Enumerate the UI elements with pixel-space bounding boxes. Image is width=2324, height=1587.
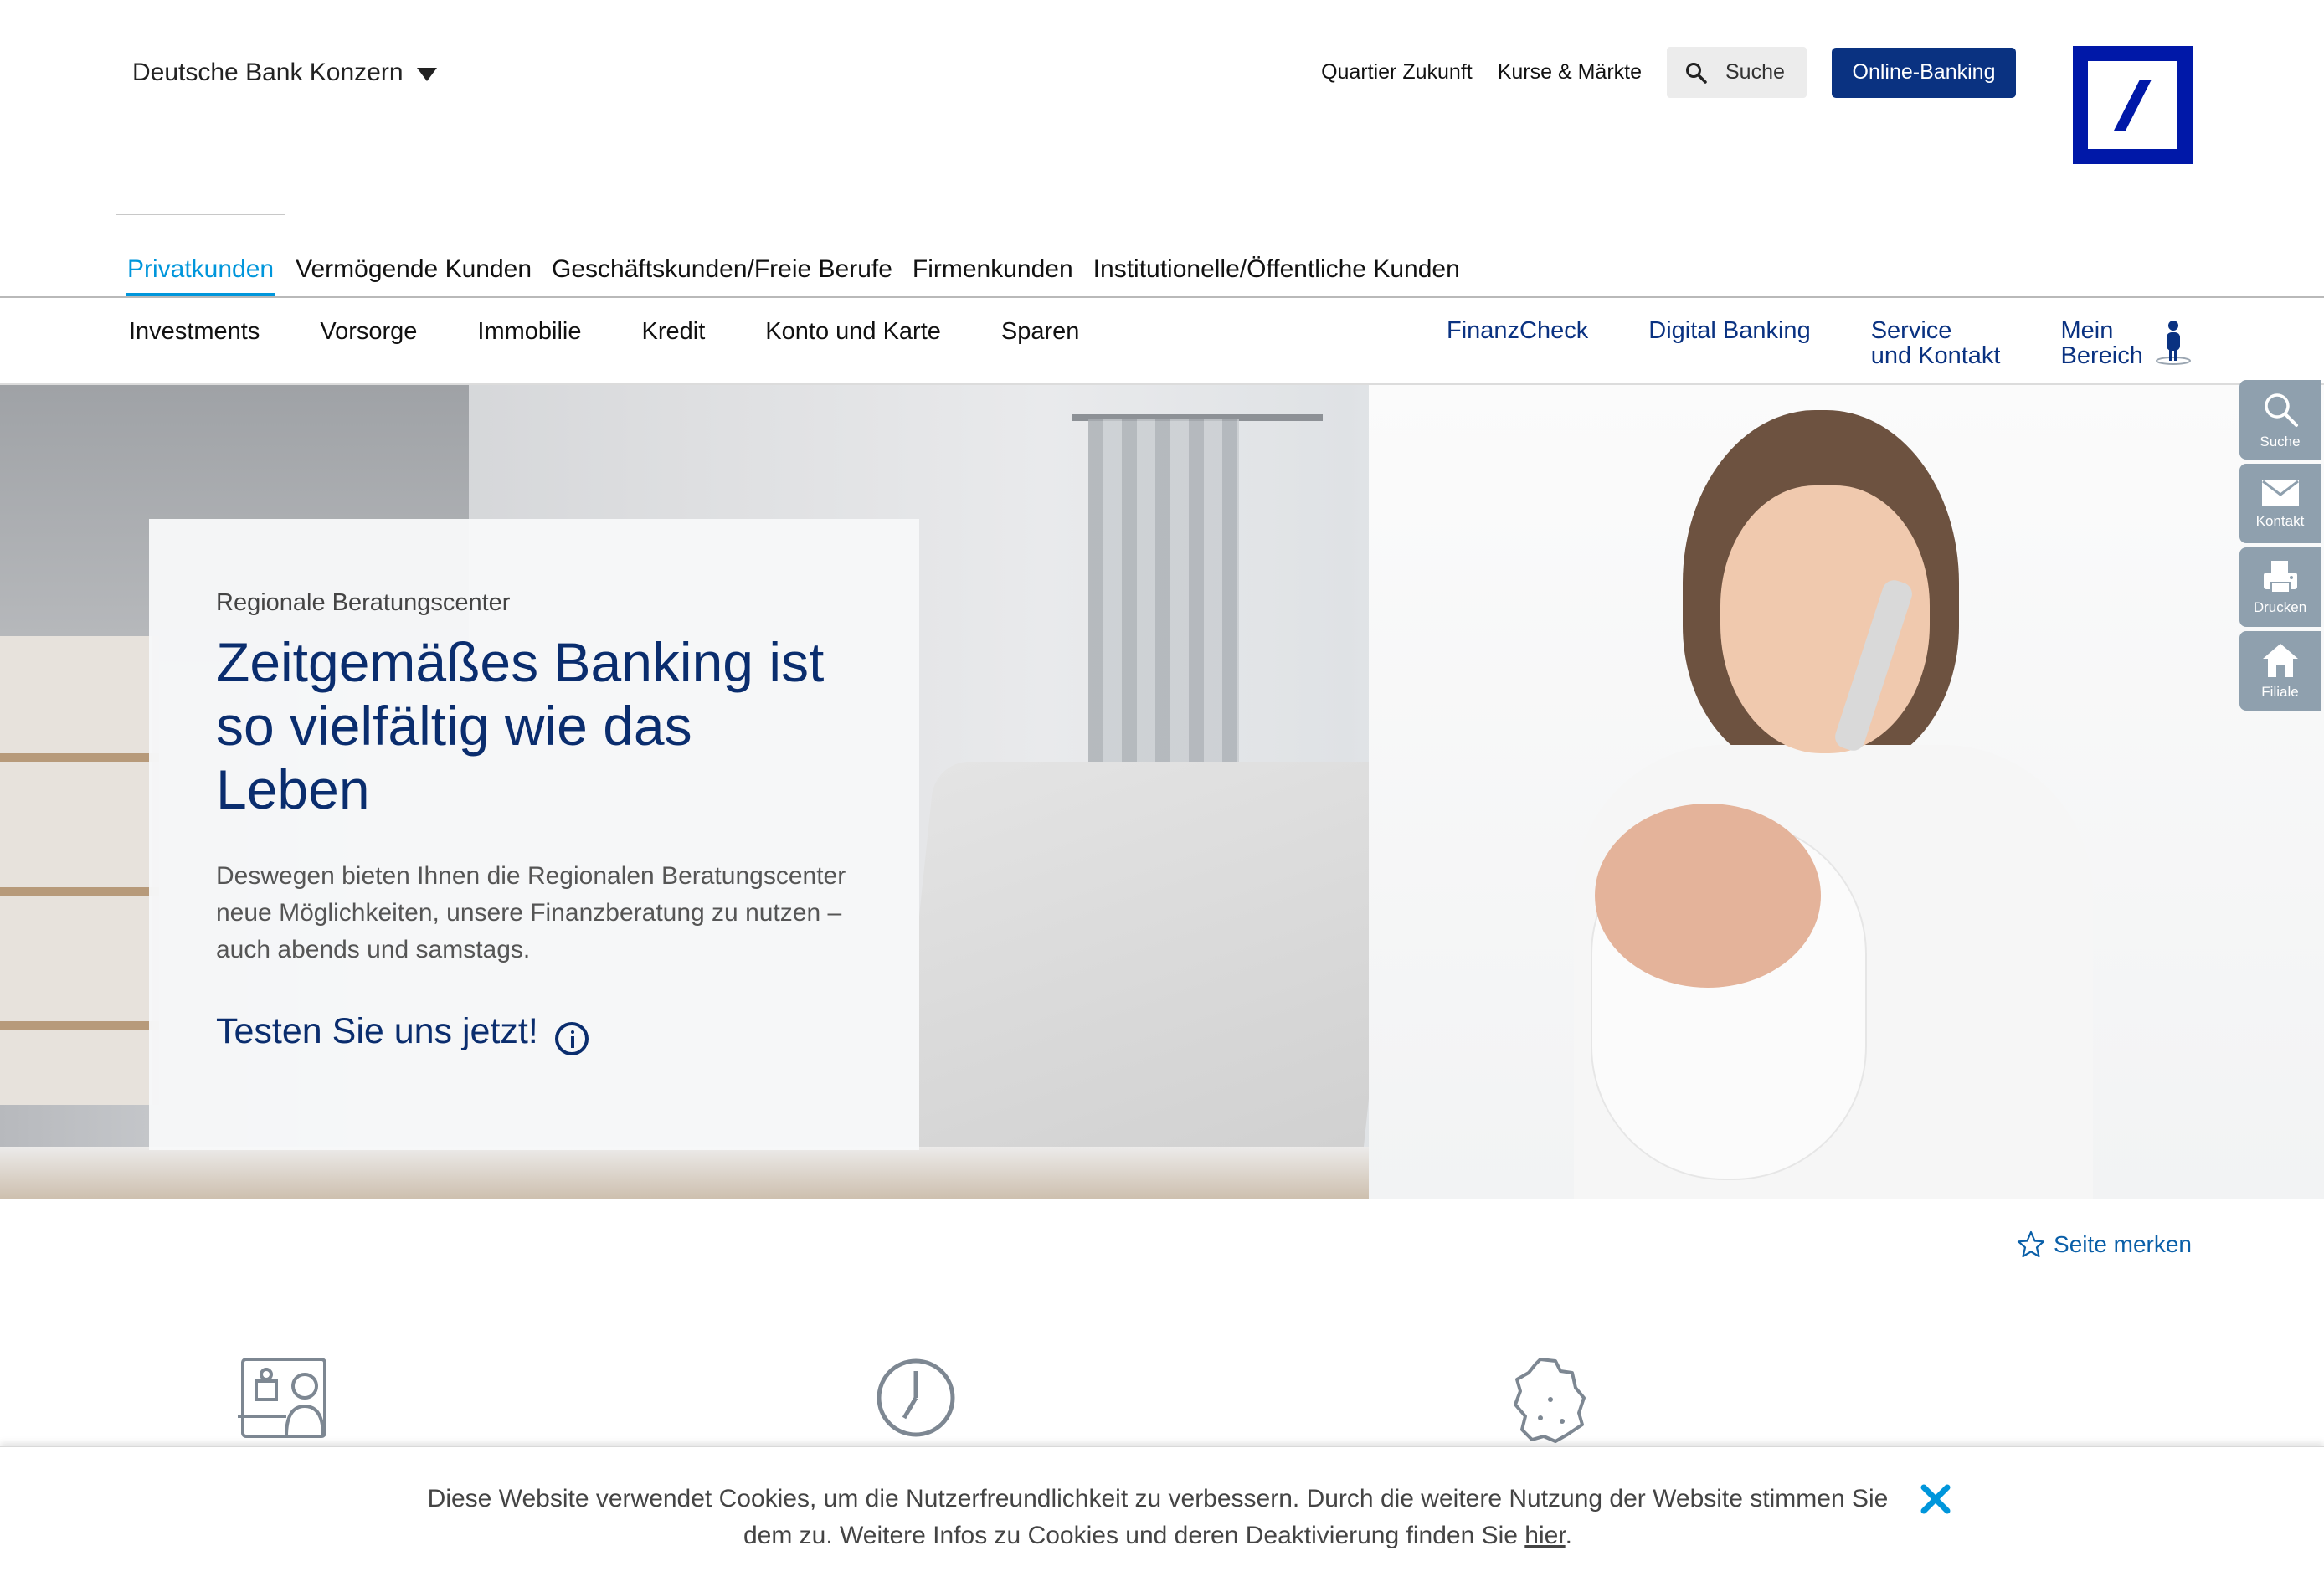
clock-icon — [877, 1358, 955, 1437]
hero-title-line2: so vielfältig wie das Leben — [216, 695, 692, 820]
nav-kredit[interactable]: Kredit — [642, 318, 706, 346]
info-icon[interactable] — [554, 1022, 589, 1055]
nav-konto-karte[interactable]: Konto und Karte — [765, 318, 941, 346]
nav-vorsorge[interactable]: Vorsorge — [320, 318, 417, 346]
search-icon — [1686, 62, 1707, 84]
nav-immobilie[interactable]: Immobilie — [477, 318, 581, 346]
service-line2: und Kontakt — [1870, 342, 2001, 369]
nav-mein-bereich[interactable]: Mein Bereich — [2061, 318, 2192, 368]
mein-bereich-label: Mein Bereich — [2061, 318, 2143, 368]
hero-text: Deswegen bieten Ihnen die Regionalen Ber… — [216, 862, 846, 963]
star-icon — [2017, 1230, 2045, 1258]
cookie-text-line2: dem zu. Weitere Infos zu Cookies und der… — [743, 1522, 1518, 1549]
search-label: Suche — [1725, 60, 1785, 84]
hero-kicker: Regionale Beratungscenter — [216, 589, 511, 616]
side-tool-label: Drucken — [2253, 598, 2307, 615]
caret-down-icon — [416, 68, 437, 81]
video-consultation-icon — [238, 1358, 326, 1438]
germany-map-icon — [1514, 1358, 1586, 1443]
hero-cta-link[interactable]: Testen Sie uns jetzt! — [216, 1007, 852, 1055]
tab-privatkunden[interactable]: Privatkunden — [116, 214, 286, 297]
nav-sparen[interactable]: Sparen — [1001, 318, 1080, 346]
online-banking-label: Online-Banking — [1852, 60, 1996, 84]
hero-banner: Regionale Beratungscenter Zeitgemäßes Ba… — [0, 385, 2324, 1199]
deutsche-bank-logo[interactable] — [2073, 46, 2193, 164]
top-links: Quartier Zukunft Kurse & Märkte Suche On… — [1321, 47, 2016, 98]
hero-card: Regionale Beratungscenter Zeitgemäßes Ba… — [149, 519, 919, 1150]
online-banking-button[interactable]: Online-Banking — [1832, 47, 2016, 98]
side-tool-label: Kontakt — [2255, 512, 2305, 529]
hero-title: Zeitgemäßes Banking ist so vielfältig wi… — [216, 630, 852, 821]
search-icon — [2264, 393, 2298, 427]
secondary-nav-right: FinanzCheck Digital Banking Service und … — [1447, 318, 2192, 368]
konzern-label: Deutsche Bank Konzern — [132, 59, 404, 86]
user-icon — [2155, 321, 2191, 365]
home-icon — [2262, 643, 2298, 677]
tab-geschaeftskunden[interactable]: Geschäftskunden/Freie Berufe — [542, 214, 902, 297]
mein-line1: Mein — [2060, 317, 2114, 344]
close-icon[interactable] — [1919, 1482, 1952, 1516]
primary-nav: Privatkunden Vermögende Kunden Geschäfts… — [116, 214, 1470, 297]
bookmark-page-link[interactable]: Seite merken — [2017, 1230, 2192, 1259]
side-tool-suche[interactable]: Suche — [2239, 380, 2321, 460]
link-kurse-maerkte[interactable]: Kurse & Märkte — [1498, 60, 1642, 85]
side-tool-label: Suche — [2260, 433, 2301, 449]
link-quartier-zukunft[interactable]: Quartier Zukunft — [1321, 60, 1473, 85]
nav-service-kontakt[interactable]: Service und Kontakt — [1871, 318, 2001, 368]
envelope-icon — [2261, 479, 2299, 506]
service-line1: Service — [1870, 317, 1952, 344]
konzern-dropdown[interactable]: Deutsche Bank Konzern — [132, 59, 437, 87]
hero-title-line1: Zeitgemäßes Banking ist — [216, 631, 825, 693]
hero-cta-label: Testen Sie uns jetzt! — [216, 1010, 538, 1051]
cookie-text-line1: Diese Website verwendet Cookies, um die … — [427, 1485, 1889, 1513]
side-tool-kontakt[interactable]: Kontakt — [2239, 464, 2321, 543]
tab-institutionelle-kunden[interactable]: Institutionelle/Öffentliche Kunden — [1083, 214, 1470, 297]
secondary-nav: Investments Vorsorge Immobilie Kredit Ko… — [129, 318, 1079, 346]
tab-firmenkunden[interactable]: Firmenkunden — [902, 214, 1083, 297]
nav-investments[interactable]: Investments — [129, 318, 260, 346]
slash-logo-mark — [2114, 80, 2152, 131]
side-tool-label: Filiale — [2261, 683, 2299, 700]
printer-icon — [2263, 560, 2297, 593]
side-tool-filiale[interactable]: Filiale — [2239, 631, 2321, 711]
cookie-suffix: . — [1565, 1522, 1573, 1549]
cookie-banner: Diese Website verwendet Cookies, um die … — [0, 1446, 2324, 1587]
cookie-text: Diese Website verwendet Cookies, um die … — [0, 1481, 2324, 1554]
nav-divider — [0, 296, 2324, 298]
bookmark-label: Seite merken — [2054, 1231, 2192, 1257]
nav-digital-banking[interactable]: Digital Banking — [1648, 318, 1810, 368]
side-tool-drucken[interactable]: Drucken — [2239, 547, 2321, 627]
cookie-info-link[interactable]: hier — [1524, 1522, 1565, 1549]
nav-finanzcheck[interactable]: FinanzCheck — [1447, 318, 1588, 368]
mein-line2: Bereich — [2060, 342, 2143, 369]
tab-vermoegende-kunden[interactable]: Vermögende Kunden — [285, 214, 542, 297]
search-button[interactable]: Suche — [1667, 47, 1807, 98]
side-toolbar: Suche Kontakt Drucken Filiale — [2239, 380, 2321, 711]
